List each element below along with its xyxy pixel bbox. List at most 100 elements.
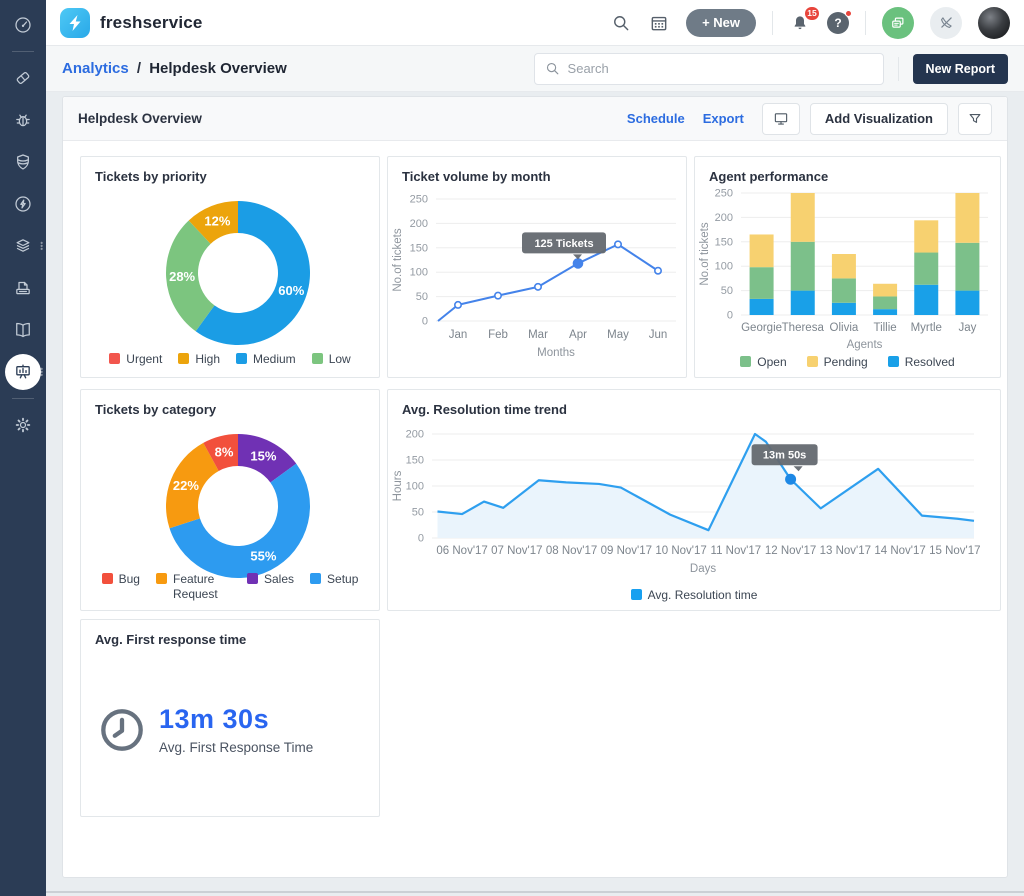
bar-segment[interactable] [873, 309, 898, 315]
sidebar-item-bolt-circle[interactable] [0, 183, 46, 225]
chart-text: 60% [278, 283, 304, 298]
bar-segment[interactable] [914, 220, 939, 253]
chart-text: 50 [721, 285, 733, 297]
calendar-icon[interactable] [648, 12, 670, 34]
breadcrumb-analytics-link[interactable]: Analytics [62, 60, 129, 77]
avatar[interactable] [978, 6, 1010, 39]
legend-swatch [109, 353, 121, 364]
card-ticket-volume-by-month: Ticket volume by month 0 50 100 150 200 250 Ja… [387, 156, 687, 378]
line-chart-ticket-volume: 0 50 100 150 200 250 Jan Feb Mar Apr May Jun Months N… [392, 194, 676, 359]
legend-item[interactable]: Open [740, 355, 787, 370]
chart-text: 09 Nov'17 [601, 545, 652, 557]
legend-swatch [311, 353, 323, 364]
chart-text: 10 Nov'17 [655, 545, 706, 557]
legend-item[interactable]: Bug [101, 572, 140, 587]
bar-segment[interactable] [914, 252, 939, 285]
legend-item[interactable]: Medium [236, 352, 296, 367]
card-avg-first-response-time: Avg. First response time 13m 30s Avg. Fi… [80, 619, 380, 817]
bar-segment[interactable] [790, 241, 815, 291]
schedule-link[interactable]: Schedule [627, 111, 685, 126]
new-button[interactable]: + New [686, 8, 756, 37]
bar-segment[interactable] [831, 278, 856, 303]
phone-muted-button[interactable] [930, 6, 962, 39]
legend-item[interactable]: Urgent [109, 352, 162, 367]
legend-item[interactable]: Sales [246, 572, 294, 587]
bar-segment[interactable] [914, 284, 939, 315]
export-link[interactable]: Export [703, 111, 744, 126]
data-point[interactable] [614, 240, 623, 249]
bar-segment[interactable] [749, 267, 774, 299]
freshservice-logo[interactable] [60, 7, 90, 38]
area-chart-resolution-time: 0 50 100 150 200 06 Nov'17 07 Nov'17 08 Nov'17 0… [392, 429, 981, 576]
legend-item[interactable]: Resolved [887, 355, 955, 370]
legend-item[interactable]: High [178, 352, 220, 367]
report-title: Helpdesk Overview [78, 111, 202, 126]
data-point[interactable] [653, 266, 662, 275]
bar-segment[interactable] [831, 302, 856, 315]
bar-segment[interactable] [955, 290, 980, 315]
legend-item[interactable]: Avg. Resolution time [630, 588, 757, 603]
sidebar-item-dashboard[interactable] [0, 4, 46, 46]
sidebar-item-analytics[interactable]: • • • [0, 351, 46, 393]
legend-swatch [246, 573, 258, 584]
chart-text: Apr [569, 329, 587, 341]
chart-text: 250 [715, 188, 733, 200]
card-tickets-by-priority: Tickets by priority 60% 28% 12% Urgent High… [80, 156, 380, 378]
data-point[interactable] [494, 291, 503, 300]
add-visualization-button[interactable]: Add Visualization [809, 102, 948, 135]
sidebar-item-book[interactable] [0, 309, 46, 351]
sidebar-item-printer[interactable] [0, 267, 46, 309]
bar-segment[interactable] [873, 296, 898, 310]
new-report-button[interactable]: New Report [912, 53, 1008, 84]
search-input[interactable] [567, 61, 873, 76]
card-tickets-by-category: Tickets by category 15% 55% 22% 8% Bug Featu… [80, 389, 380, 611]
chart-text: Olivia [830, 322, 859, 334]
bar-segment[interactable] [790, 290, 815, 315]
bar-segment[interactable] [831, 254, 856, 279]
chart-text: 100 [715, 261, 733, 273]
bar-segment[interactable] [955, 242, 980, 291]
legend-item[interactable]: Setup [310, 572, 358, 587]
notifications-button[interactable]: 15 [789, 5, 820, 34]
phone-slash-icon [940, 17, 952, 29]
search-icon [546, 62, 558, 75]
bar-segment[interactable] [790, 193, 815, 242]
present-button[interactable] [761, 102, 800, 135]
bar-segment[interactable] [873, 283, 898, 297]
bar-segment[interactable] [749, 234, 774, 268]
kpi-row: 13m 30s Avg. First Response Time [99, 704, 313, 755]
bar-segment[interactable] [749, 298, 774, 315]
sidebar-item-layers[interactable]: • • • [0, 225, 46, 267]
kpi-value: 13m 30s [159, 704, 270, 734]
sidebar-item-settings[interactable] [0, 404, 46, 446]
chart-text: 0 [422, 316, 428, 328]
shield-icon [17, 154, 29, 170]
chart-text: Myrtle [911, 322, 942, 334]
legend-item[interactable]: Feature Request [155, 572, 231, 602]
data-point[interactable] [785, 473, 797, 485]
search-icon[interactable] [610, 12, 632, 34]
chart-text: 13m 50s [763, 450, 806, 462]
bar-segment[interactable] [955, 193, 980, 243]
chart-title: Tickets by category [95, 402, 217, 417]
legend-label: Resolved [904, 355, 955, 369]
chat-button[interactable] [882, 6, 914, 39]
chart-text: Jay [958, 322, 976, 334]
help-alert-dot [845, 9, 852, 17]
filter-button[interactable] [958, 102, 992, 135]
chart-text: May [607, 329, 629, 341]
sidebar-item-ticket[interactable] [0, 57, 46, 99]
data-point[interactable] [572, 258, 584, 269]
legend-swatch [155, 573, 167, 584]
legend-item[interactable]: Pending [806, 355, 868, 370]
sidebar-item-bug[interactable] [0, 99, 46, 141]
stacked-bar-chart-agent-performance: 0 50 100 150 200 250 Georgie Theresa Olivia Tilli… [699, 188, 988, 351]
data-point[interactable] [534, 282, 543, 291]
report-panel: Helpdesk Overview Schedule Export Add Vi… [62, 96, 1008, 878]
chart-text: 50 [416, 291, 428, 303]
data-point[interactable] [454, 300, 463, 309]
sidebar-item-shield[interactable] [0, 141, 46, 183]
chart-text: 12 Nov'17 [765, 545, 816, 557]
legend-item[interactable]: Low [311, 352, 351, 367]
help-button[interactable]: ? [827, 9, 852, 34]
